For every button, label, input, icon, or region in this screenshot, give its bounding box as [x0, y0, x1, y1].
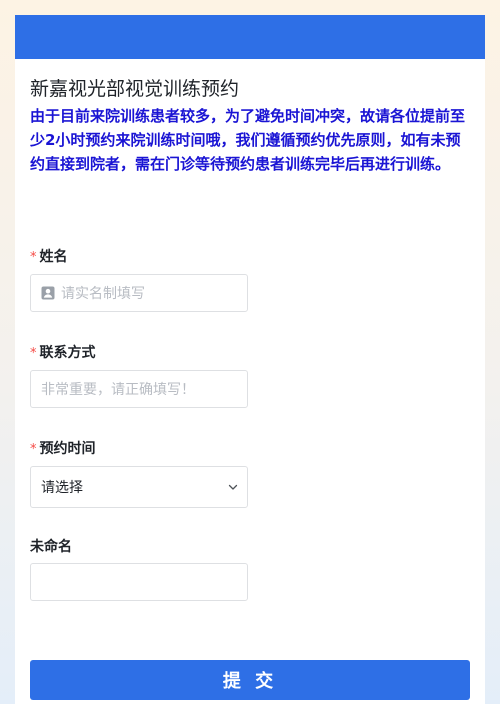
chevron-down-icon: [228, 484, 238, 490]
field-time-label: * 预约时间: [30, 440, 470, 459]
unnamed-input[interactable]: [30, 563, 248, 601]
field-appointment-time: * 预约时间 请选择: [30, 440, 470, 508]
field-contact-label-text: 联系方式: [39, 345, 96, 361]
field-unnamed: 未命名: [30, 538, 470, 601]
name-input-placeholder: 请实名制填写: [61, 286, 145, 302]
form-description: 由于目前来院训练患者较多，为了避免时间冲突，故请各位提前至少2小时预约来院训练时…: [30, 107, 466, 173]
required-mark: *: [30, 250, 37, 265]
required-mark: *: [30, 442, 37, 457]
form-title: 新嘉视光部视觉训练预约: [30, 78, 240, 100]
header-banner: [15, 15, 485, 59]
field-contact-label: * 联系方式: [30, 344, 470, 363]
contact-input-placeholder: 非常重要，请正确填写！: [41, 382, 195, 398]
required-mark: *: [30, 346, 37, 361]
field-contact: * 联系方式 非常重要，请正确填写！: [30, 344, 470, 408]
contact-card-icon: [41, 286, 55, 300]
select-value: 请选择: [41, 480, 83, 496]
name-input[interactable]: 请实名制填写: [30, 274, 248, 312]
field-name-label: * 姓名: [30, 248, 470, 267]
field-time-label-text: 预约时间: [39, 441, 96, 457]
form-card: 新嘉视光部视觉训练预约 由于目前来院训练患者较多，为了避免时间冲突，故请各位提前…: [15, 15, 485, 704]
field-name: * 姓名 请实名制填写: [30, 248, 470, 312]
field-unnamed-label: 未命名: [30, 539, 72, 555]
field-name-label-text: 姓名: [39, 249, 68, 265]
submit-button[interactable]: 提 交: [30, 660, 470, 700]
contact-input[interactable]: 非常重要，请正确填写！: [30, 370, 248, 408]
appointment-time-select[interactable]: 请选择: [30, 466, 248, 508]
